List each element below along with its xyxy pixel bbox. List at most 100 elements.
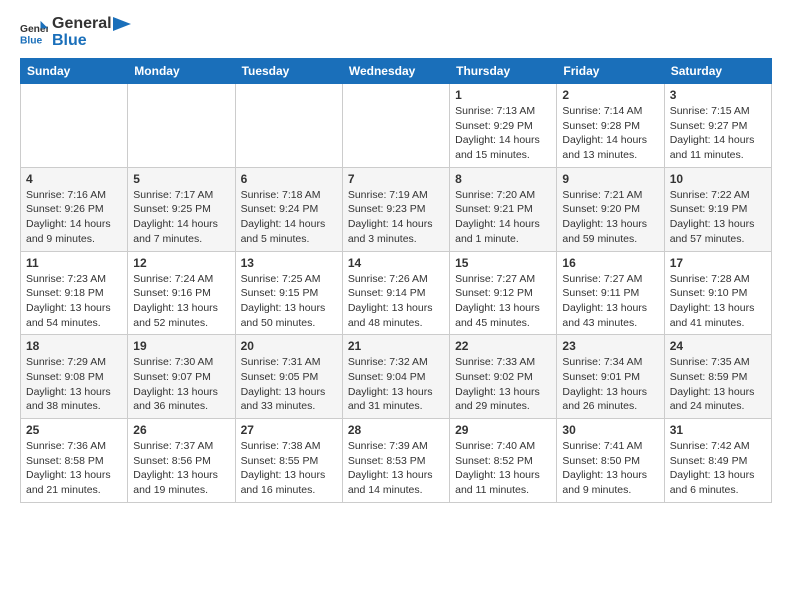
calendar-cell: 17Sunrise: 7:28 AM Sunset: 9:10 PM Dayli… <box>664 251 771 335</box>
calendar-cell: 16 Sunrise: 7:27 AM Sunset: 9:11 PM Dayli… <box>557 251 664 335</box>
calendar-cell: 5 Sunrise: 7:17 AM Sunset: 9:25 PM Daylig… <box>128 167 235 251</box>
day-content: Sunrise: 7:18 AM Sunset: 9:24 PM Dayligh… <box>241 188 337 247</box>
day-content: Sunrise: 7:29 AM Sunset: 9:08 PM Dayligh… <box>26 355 122 414</box>
calendar-cell: 2 Sunrise: 7:14 AM Sunset: 9:28 PM Daylig… <box>557 84 664 168</box>
calendar-cell: 4 Sunrise: 7:16 AM Sunset: 9:26 PM Daylig… <box>21 167 128 251</box>
calendar-cell: 14 Sunrise: 7:26 AM Sunset: 9:14 PM Dayli… <box>342 251 449 335</box>
weekday-header-row: SundayMondayTuesdayWednesdayThursdayFrid… <box>21 59 772 84</box>
calendar-cell: 10 Sunrise: 7:22 AM Sunset: 9:19 PM Dayli… <box>664 167 771 251</box>
day-number: 11 <box>26 256 122 270</box>
day-number: 24 <box>670 339 766 353</box>
calendar-cell: 15Sunrise: 7:27 AM Sunset: 9:12 PM Dayli… <box>450 251 557 335</box>
day-number: 10 <box>670 172 766 186</box>
day-number: 7 <box>348 172 444 186</box>
day-number: 27 <box>241 423 337 437</box>
calendar-cell: 11 Sunrise: 7:23 AM Sunset: 9:18 PM Dayli… <box>21 251 128 335</box>
day-content: Sunrise: 7:33 AM Sunset: 9:02 PM Dayligh… <box>455 355 551 414</box>
day-number: 15 <box>455 256 551 270</box>
day-content: Sunrise: 7:13 AM Sunset: 9:29 PM Dayligh… <box>455 104 551 163</box>
day-content: Sunrise: 7:25 AM Sunset: 9:15 PM Dayligh… <box>241 272 337 331</box>
day-content: Sunrise: 7:34 AM Sunset: 9:01 PM Dayligh… <box>562 355 658 414</box>
calendar-cell: 20 Sunrise: 7:31 AM Sunset: 9:05 PM Dayli… <box>235 335 342 419</box>
calendar-cell: 25 Sunrise: 7:36 AM Sunset: 8:58 PM Dayli… <box>21 419 128 503</box>
day-number: 3 <box>670 88 766 102</box>
calendar-cell: 1Sunrise: 7:13 AM Sunset: 9:29 PM Daylig… <box>450 84 557 168</box>
logo-icon: General Blue <box>20 19 48 47</box>
calendar-week-row: 25 Sunrise: 7:36 AM Sunset: 8:58 PM Dayli… <box>21 419 772 503</box>
calendar-cell: 13Sunrise: 7:25 AM Sunset: 9:15 PM Dayli… <box>235 251 342 335</box>
calendar-week-row: 18Sunrise: 7:29 AM Sunset: 9:08 PM Dayli… <box>21 335 772 419</box>
day-content: Sunrise: 7:31 AM Sunset: 9:05 PM Dayligh… <box>241 355 337 414</box>
day-number: 26 <box>133 423 229 437</box>
weekday-header-monday: Monday <box>128 59 235 84</box>
calendar-cell <box>235 84 342 168</box>
svg-text:Blue: Blue <box>20 35 43 46</box>
day-number: 17 <box>670 256 766 270</box>
day-number: 29 <box>455 423 551 437</box>
weekday-header-sunday: Sunday <box>21 59 128 84</box>
day-content: Sunrise: 7:37 AM Sunset: 8:56 PM Dayligh… <box>133 439 229 498</box>
day-number: 9 <box>562 172 658 186</box>
day-number: 30 <box>562 423 658 437</box>
day-content: Sunrise: 7:14 AM Sunset: 9:28 PM Dayligh… <box>562 104 658 163</box>
day-content: Sunrise: 7:32 AM Sunset: 9:04 PM Dayligh… <box>348 355 444 414</box>
calendar-cell: 18Sunrise: 7:29 AM Sunset: 9:08 PM Dayli… <box>21 335 128 419</box>
day-content: Sunrise: 7:30 AM Sunset: 9:07 PM Dayligh… <box>133 355 229 414</box>
weekday-header-tuesday: Tuesday <box>235 59 342 84</box>
calendar-cell: 3 Sunrise: 7:15 AM Sunset: 9:27 PM Daylig… <box>664 84 771 168</box>
day-content: Sunrise: 7:15 AM Sunset: 9:27 PM Dayligh… <box>670 104 766 163</box>
day-content: Sunrise: 7:22 AM Sunset: 9:19 PM Dayligh… <box>670 188 766 247</box>
calendar-week-row: 11 Sunrise: 7:23 AM Sunset: 9:18 PM Dayli… <box>21 251 772 335</box>
calendar-week-row: 4 Sunrise: 7:16 AM Sunset: 9:26 PM Daylig… <box>21 167 772 251</box>
calendar-cell: 30 Sunrise: 7:41 AM Sunset: 8:50 PM Dayli… <box>557 419 664 503</box>
calendar-cell: 26 Sunrise: 7:37 AM Sunset: 8:56 PM Dayli… <box>128 419 235 503</box>
day-number: 5 <box>133 172 229 186</box>
calendar-cell <box>128 84 235 168</box>
day-number: 20 <box>241 339 337 353</box>
day-number: 6 <box>241 172 337 186</box>
logo: General Blue General Blue <box>20 16 131 50</box>
day-number: 31 <box>670 423 766 437</box>
calendar-cell: 31 Sunrise: 7:42 AM Sunset: 8:49 PM Dayli… <box>664 419 771 503</box>
calendar-cell: 27 Sunrise: 7:38 AM Sunset: 8:55 PM Dayli… <box>235 419 342 503</box>
day-content: Sunrise: 7:36 AM Sunset: 8:58 PM Dayligh… <box>26 439 122 498</box>
day-number: 4 <box>26 172 122 186</box>
day-number: 25 <box>26 423 122 437</box>
day-content: Sunrise: 7:26 AM Sunset: 9:14 PM Dayligh… <box>348 272 444 331</box>
calendar-cell: 28Sunrise: 7:39 AM Sunset: 8:53 PM Dayli… <box>342 419 449 503</box>
day-content: Sunrise: 7:21 AM Sunset: 9:20 PM Dayligh… <box>562 188 658 247</box>
weekday-header-thursday: Thursday <box>450 59 557 84</box>
calendar-cell: 8Sunrise: 7:20 AM Sunset: 9:21 PM Daylig… <box>450 167 557 251</box>
day-content: Sunrise: 7:16 AM Sunset: 9:26 PM Dayligh… <box>26 188 122 247</box>
calendar-cell: 21 Sunrise: 7:32 AM Sunset: 9:04 PM Dayli… <box>342 335 449 419</box>
day-number: 21 <box>348 339 444 353</box>
calendar-cell: 9 Sunrise: 7:21 AM Sunset: 9:20 PM Daylig… <box>557 167 664 251</box>
day-content: Sunrise: 7:23 AM Sunset: 9:18 PM Dayligh… <box>26 272 122 331</box>
day-content: Sunrise: 7:27 AM Sunset: 9:11 PM Dayligh… <box>562 272 658 331</box>
day-content: Sunrise: 7:41 AM Sunset: 8:50 PM Dayligh… <box>562 439 658 498</box>
day-number: 19 <box>133 339 229 353</box>
calendar-table: SundayMondayTuesdayWednesdayThursdayFrid… <box>20 58 772 503</box>
day-number: 22 <box>455 339 551 353</box>
calendar-cell <box>342 84 449 168</box>
day-number: 16 <box>562 256 658 270</box>
calendar-cell <box>21 84 128 168</box>
calendar-cell: 29 Sunrise: 7:40 AM Sunset: 8:52 PM Dayli… <box>450 419 557 503</box>
day-content: Sunrise: 7:19 AM Sunset: 9:23 PM Dayligh… <box>348 188 444 247</box>
day-number: 14 <box>348 256 444 270</box>
calendar-cell: 12Sunrise: 7:24 AM Sunset: 9:16 PM Dayli… <box>128 251 235 335</box>
calendar-cell: 24Sunrise: 7:35 AM Sunset: 8:59 PM Dayli… <box>664 335 771 419</box>
logo-blue-text: Blue <box>52 32 87 49</box>
day-content: Sunrise: 7:17 AM Sunset: 9:25 PM Dayligh… <box>133 188 229 247</box>
day-content: Sunrise: 7:42 AM Sunset: 8:49 PM Dayligh… <box>670 439 766 498</box>
calendar-cell: 22 Sunrise: 7:33 AM Sunset: 9:02 PM Dayli… <box>450 335 557 419</box>
calendar-cell: 23Sunrise: 7:34 AM Sunset: 9:01 PM Dayli… <box>557 335 664 419</box>
day-number: 2 <box>562 88 658 102</box>
logo-general-text: General <box>52 15 112 32</box>
logo-arrow-icon <box>113 17 131 31</box>
day-content: Sunrise: 7:40 AM Sunset: 8:52 PM Dayligh… <box>455 439 551 498</box>
calendar-cell: 19 Sunrise: 7:30 AM Sunset: 9:07 PM Dayli… <box>128 335 235 419</box>
weekday-header-wednesday: Wednesday <box>342 59 449 84</box>
day-number: 28 <box>348 423 444 437</box>
day-content: Sunrise: 7:38 AM Sunset: 8:55 PM Dayligh… <box>241 439 337 498</box>
